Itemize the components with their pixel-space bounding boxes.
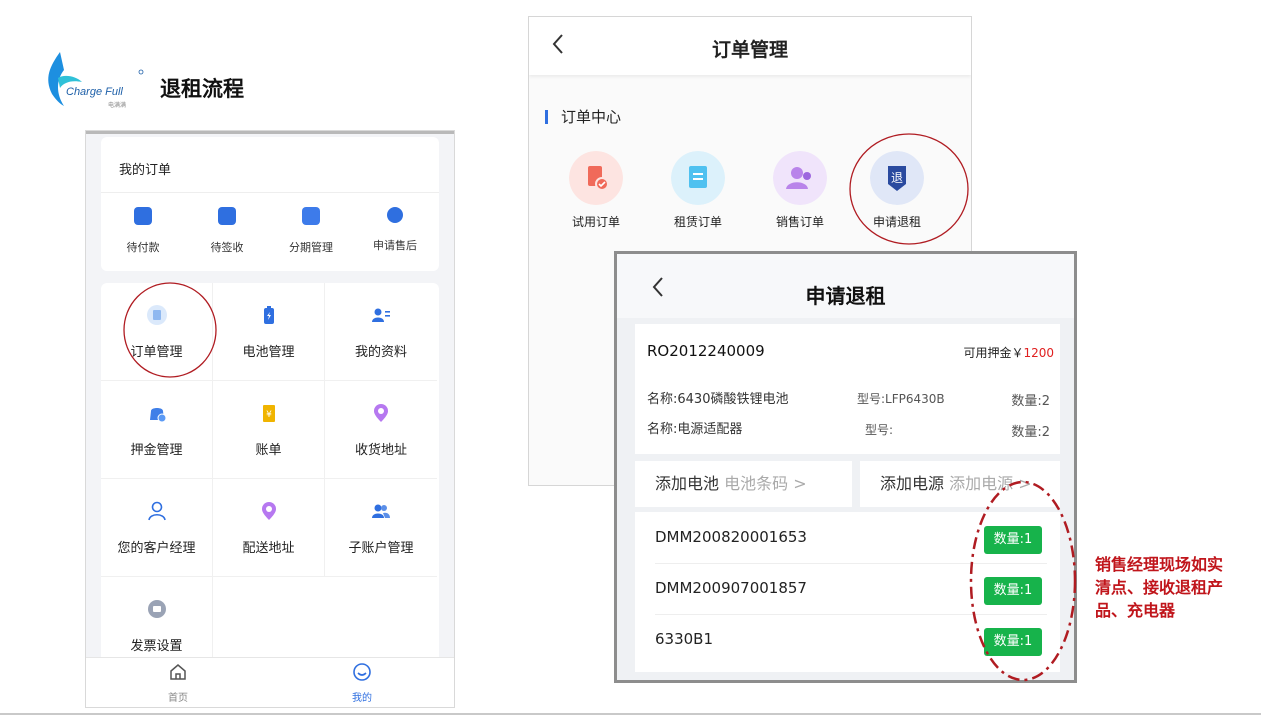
highlight-circle — [849, 133, 969, 245]
order-info-card: RO2012240009 可用押金￥1200 名称:6430磷酸铁锂电池 型号:… — [635, 324, 1060, 454]
grid-item-label: 我的资料 — [354, 345, 407, 360]
dashed-highlight-ellipse — [969, 480, 1077, 682]
page-title: 订单管理 — [711, 39, 788, 61]
section-marker — [545, 110, 548, 124]
deposit-bag-icon — [149, 408, 166, 423]
available-deposit: 可用押金￥1200 — [963, 344, 1054, 361]
order-item-installment[interactable]: 分期管理 — [269, 207, 353, 255]
order-item-pending-payment[interactable]: 待付款 — [101, 207, 185, 255]
location-pin-icon — [374, 404, 388, 422]
grid-item-invoice-settings[interactable]: 发票设置 — [101, 577, 213, 668]
grid-item-my-profile[interactable]: 我的资料 — [325, 283, 437, 381]
order-number: RO2012240009 — [647, 342, 765, 360]
grid-item-label: 押金管理 — [130, 443, 183, 458]
my-orders-card: 我的订单 待付款 待签收 分期管理 申请售后 — [101, 137, 439, 271]
grid-item-label: 您的客户经理 — [117, 541, 196, 556]
header: 申请退租 — [617, 254, 1074, 318]
order-item-label: 分期管理 — [289, 241, 333, 254]
grid-item-label: 收货地址 — [354, 443, 407, 458]
installment-icon — [302, 207, 320, 225]
product-model: 型号: — [865, 423, 894, 437]
grid-item-label: 子账户管理 — [348, 541, 414, 556]
profile-icon — [372, 308, 390, 322]
trial-order-button[interactable]: 试用订单 — [551, 151, 641, 230]
grid-item-label: 电池管理 — [242, 345, 295, 360]
item-label: 销售订单 — [775, 215, 824, 229]
product-model: 型号:LFP6430B — [857, 392, 945, 406]
lease-order-button[interactable]: 租赁订单 — [653, 151, 743, 230]
battery-icon — [263, 306, 274, 324]
invoice-icon — [147, 600, 166, 618]
deposit-amount: 1200 — [1023, 346, 1054, 360]
my-orders-title: 我的订单 — [119, 163, 172, 178]
logo-text: Charge Full — [66, 86, 123, 98]
order-item-after-sale[interactable]: 申请售后 — [353, 207, 437, 253]
add-power-label: 添加电源 — [880, 474, 945, 493]
list-item-code: DMM200820001653 — [655, 528, 807, 546]
svg-text:¥: ¥ — [266, 410, 272, 420]
package-icon — [218, 207, 236, 225]
person-icon — [147, 501, 166, 521]
grid-item-bill[interactable]: ¥ 账单 — [213, 381, 325, 479]
add-battery-label: 添加电池 — [655, 474, 720, 493]
grid-item-battery-management[interactable]: 电池管理 — [213, 283, 325, 381]
home-icon — [170, 664, 186, 680]
order-item-label: 待付款 — [126, 241, 160, 254]
order-item-label: 待签收 — [210, 241, 244, 254]
top-divider — [86, 131, 454, 134]
product-quantity: 数量:2 — [1011, 394, 1050, 409]
users-icon — [372, 504, 390, 518]
order-item-pending-receipt[interactable]: 待签收 — [185, 207, 269, 255]
deposit-label: 可用押金￥ — [963, 346, 1024, 360]
grid-item-account-manager[interactable]: 您的客户经理 — [101, 479, 213, 577]
wallet-icon — [134, 207, 152, 225]
logo-subtext: 电满满 — [108, 102, 127, 109]
tab-home[interactable]: 首页 — [138, 662, 218, 704]
tab-label: 我的 — [352, 693, 372, 704]
section-title: 订单中心 — [561, 108, 622, 126]
page-title: 申请退租 — [805, 284, 886, 308]
bottom-rule — [0, 713, 1261, 715]
product-name: 名称:电源适配器 — [647, 422, 743, 437]
trial-order-icon — [569, 151, 623, 205]
product-quantity: 数量:2 — [1011, 425, 1050, 440]
sales-order-icon — [773, 151, 827, 205]
divider — [101, 192, 439, 193]
tab-label: 首页 — [168, 693, 188, 704]
annotation-note: 销售经理现场如实清点、接收退租产品、充电器 — [1095, 555, 1224, 620]
bottom-tab-bar: 首页 我的 — [86, 657, 454, 707]
location-pin-icon — [261, 502, 276, 520]
grid-item-delivery-address[interactable]: 配送地址 — [213, 479, 325, 577]
charge-full-logo-icon — [48, 52, 144, 106]
list-item-code: DMM200907001857 — [655, 579, 807, 597]
tab-mine[interactable]: 我的 — [322, 662, 402, 704]
smile-icon — [353, 663, 371, 681]
grid-item-label: 配送地址 — [242, 541, 295, 556]
add-battery-button[interactable]: 添加电池 电池条码 > — [635, 461, 852, 507]
grid-item-label: 账单 — [255, 443, 282, 458]
order-item-label: 申请售后 — [373, 239, 417, 252]
product-name: 名称:6430磷酸铁锂电池 — [647, 392, 789, 407]
grid-item-shipping-address[interactable]: 收货地址 — [325, 381, 437, 479]
grid-item-sub-accounts[interactable]: 子账户管理 — [325, 479, 437, 577]
header: 订单管理 — [529, 17, 971, 75]
grid-item-deposit-management[interactable]: 押金管理 — [101, 381, 213, 479]
after-sale-icon — [387, 207, 403, 223]
item-label: 租赁订单 — [673, 215, 722, 229]
battery-barcode-hint: 电池条码 > — [724, 474, 807, 493]
highlight-circle — [123, 282, 217, 378]
grid-item-label: 发票设置 — [130, 639, 183, 654]
bill-icon: ¥ — [262, 405, 275, 422]
my-page-screen: 我的订单 待付款 待签收 分期管理 申请售后 订单管理 电池管理 我的资料 押金… — [85, 130, 455, 708]
lease-order-icon — [671, 151, 725, 205]
sales-order-button[interactable]: 销售订单 — [755, 151, 845, 230]
list-item-code: 6330B1 — [655, 630, 714, 648]
item-label: 试用订单 — [571, 215, 620, 229]
slide-title: 退租流程 — [160, 77, 244, 101]
